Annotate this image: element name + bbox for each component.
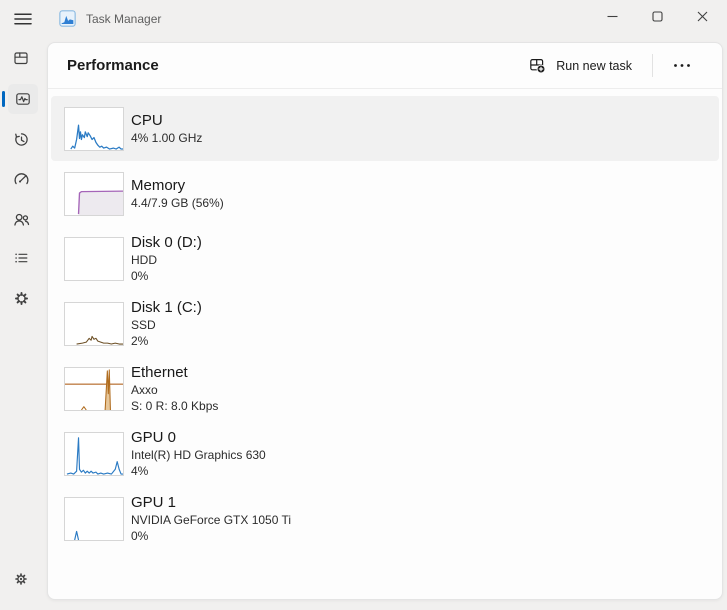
performance-item-title: Memory — [131, 177, 186, 194]
performance-item-title: CPU — [131, 112, 163, 129]
app-history-icon — [14, 132, 28, 146]
close-icon — [697, 11, 708, 22]
run-new-task-label: Run new task — [556, 58, 632, 73]
performance-item-detail: HDD — [131, 253, 157, 267]
ellipsis-icon — [674, 64, 690, 67]
minimize-icon — [607, 15, 618, 18]
performance-item-gpu1[interactable]: GPU 1 NVIDIA GeForce GTX 1050 Ti 0% — [51, 486, 719, 551]
sidebar-item-details[interactable] — [6, 243, 36, 273]
minimize-button[interactable] — [590, 0, 635, 33]
performance-item-detail: 0% — [131, 529, 149, 543]
task-manager-logo-icon — [59, 10, 76, 27]
performance-item-details: Axxo S: 0 R: 8.0 Kbps — [131, 382, 218, 414]
performance-item-meta: Disk 0 (D:) HDD 0% — [131, 233, 202, 284]
sidebar-item-app-history[interactable] — [6, 124, 36, 154]
performance-item-details: Intel(R) HD Graphics 630 4% — [131, 447, 266, 479]
sidebar-item-settings[interactable] — [6, 564, 36, 594]
selected-accent-pill — [2, 91, 5, 107]
performance-item-meta: CPU 4% 1.00 GHz — [131, 111, 202, 146]
new-window-plus-icon — [530, 58, 546, 74]
startup-apps-icon — [14, 172, 28, 184]
panel-header: Performance Run new task — [48, 43, 722, 89]
performance-item-details: HDD 0% — [131, 252, 202, 284]
performance-item-details: NVIDIA GeForce GTX 1050 Ti 0% — [131, 512, 291, 544]
performance-item-detail: 4.4/7.9 GB (56%) — [131, 196, 224, 210]
hamburger-icon — [14, 13, 32, 25]
performance-item-detail: Axxo — [131, 383, 158, 397]
performance-item-detail: 4% — [131, 464, 149, 478]
titlebar: Task Manager — [0, 0, 727, 42]
performance-item-title: GPU 1 — [131, 494, 177, 511]
performance-item-detail: NVIDIA GeForce GTX 1050 Ti — [131, 513, 292, 527]
maximize-icon — [652, 11, 663, 22]
performance-item-disk0[interactable]: Disk 0 (D:) HDD 0% — [51, 226, 719, 291]
performance-item-meta: Ethernet Axxo S: 0 R: 8.0 Kbps — [131, 363, 218, 414]
window-controls — [590, 0, 725, 33]
performance-thumbnail-graph — [64, 236, 124, 281]
performance-thumbnail-graph — [64, 431, 124, 476]
performance-thumbnail-graph — [64, 171, 124, 216]
sidebar-item-processes[interactable] — [6, 43, 36, 73]
performance-item-detail: 4% 1.00 GHz — [131, 131, 203, 145]
performance-item-meta: GPU 1 NVIDIA GeForce GTX 1050 Ti 0% — [131, 493, 291, 544]
sidebar-item-startup-apps[interactable] — [6, 164, 36, 194]
more-options-button[interactable] — [664, 56, 700, 75]
performance-item-meta: Memory 4.4/7.9 GB (56%) — [131, 176, 224, 211]
performance-item-ethernet[interactable]: Ethernet Axxo S: 0 R: 8.0 Kbps — [51, 356, 719, 421]
performance-item-detail: S: 0 R: 8.0 Kbps — [131, 399, 219, 413]
toolbar-divider — [652, 54, 653, 77]
users-icon — [13, 213, 29, 226]
performance-icon — [16, 93, 30, 105]
performance-item-detail: 0% — [131, 269, 149, 283]
app-identity: Task Manager — [59, 10, 161, 27]
settings-gear-icon — [15, 573, 27, 585]
performance-thumbnail-graph — [64, 106, 124, 151]
toolbar: Run new task — [520, 51, 700, 80]
performance-item-title: Disk 0 (D:) — [131, 234, 202, 251]
sidebar-item-performance[interactable] — [8, 84, 38, 114]
performance-item-details: SSD 2% — [131, 317, 202, 349]
performance-item-detail: Intel(R) HD Graphics 630 — [131, 448, 266, 462]
performance-item-disk1[interactable]: Disk 1 (C:) SSD 2% — [51, 291, 719, 356]
performance-item-title: GPU 0 — [131, 429, 177, 446]
page-title: Performance — [67, 57, 159, 74]
performance-item-details: 4.4/7.9 GB (56%) — [131, 195, 224, 211]
run-new-task-button[interactable]: Run new task — [520, 51, 641, 80]
performance-item-title: Disk 1 (C:) — [131, 299, 202, 316]
performance-item-memory[interactable]: Memory 4.4/7.9 GB (56%) — [51, 161, 719, 226]
performance-item-meta: GPU 0 Intel(R) HD Graphics 630 4% — [131, 428, 266, 479]
window-title: Task Manager — [86, 11, 162, 26]
performance-item-detail: 2% — [131, 334, 149, 348]
maximize-button[interactable] — [635, 0, 680, 33]
sidebar-item-services[interactable] — [6, 283, 36, 313]
processes-icon — [14, 52, 28, 65]
close-button[interactable] — [680, 0, 725, 33]
performance-item-meta: Disk 1 (C:) SSD 2% — [131, 298, 202, 349]
details-list-icon — [15, 253, 28, 263]
sidebar-item-users[interactable] — [6, 204, 36, 234]
performance-item-gpu0[interactable]: GPU 0 Intel(R) HD Graphics 630 4% — [51, 421, 719, 486]
performance-thumbnail-graph — [64, 366, 124, 411]
main-panel: Performance Run new task CPU 4% 1.00 GHz… — [47, 42, 723, 600]
performance-item-title: Ethernet — [131, 364, 188, 381]
performance-thumbnail-graph — [64, 301, 124, 346]
services-cog-icon — [14, 291, 28, 305]
performance-item-details: 4% 1.00 GHz — [131, 130, 202, 146]
performance-list: CPU 4% 1.00 GHz Memory 4.4/7.9 GB (56%) … — [51, 96, 719, 551]
hamburger-menu-button[interactable] — [8, 5, 38, 33]
performance-thumbnail-graph — [64, 496, 124, 541]
performance-item-cpu[interactable]: CPU 4% 1.00 GHz — [51, 96, 719, 161]
performance-item-detail: SSD — [131, 318, 156, 332]
